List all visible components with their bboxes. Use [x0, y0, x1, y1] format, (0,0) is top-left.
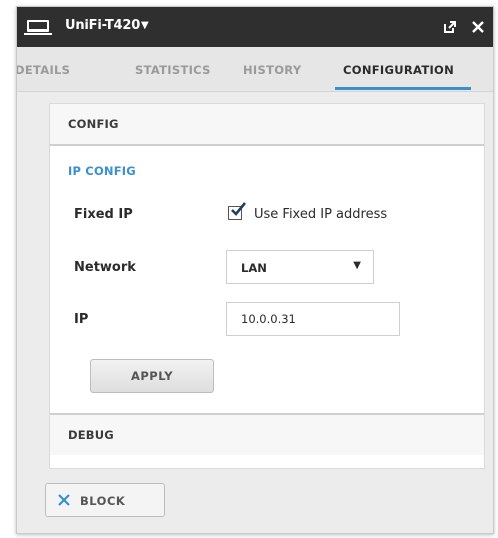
- ip-label: IP: [74, 312, 89, 327]
- title-bar: UniFi-T420 ▼: [17, 7, 493, 47]
- monitor-icon: [24, 20, 52, 35]
- network-selected-value: LAN: [241, 261, 267, 275]
- config-section-header[interactable]: CONFIG: [50, 104, 484, 144]
- fixed-ip-checkbox-label[interactable]: Use Fixed IP address: [254, 207, 387, 222]
- tab-details[interactable]: DETAILS: [17, 63, 70, 77]
- ip-input[interactable]: [226, 302, 400, 336]
- tab-statistics[interactable]: STATISTICS: [135, 63, 211, 77]
- tab-bar: DETAILS STATISTICS HISTORY CONFIGURATION: [17, 47, 493, 92]
- chevron-down-icon: ▼: [353, 260, 361, 271]
- close-icon[interactable]: [471, 20, 485, 34]
- debug-section-title: DEBUG: [68, 428, 114, 442]
- block-button[interactable]: BLOCK: [45, 483, 165, 517]
- network-label: Network: [74, 260, 136, 275]
- window-title[interactable]: UniFi-T420: [65, 18, 140, 33]
- device-window: UniFi-T420 ▼ DETAILS STATISTICS HISTORY …: [16, 6, 494, 534]
- tab-history[interactable]: HISTORY: [243, 63, 301, 77]
- fixed-ip-label: Fixed IP: [74, 207, 133, 222]
- debug-section-header[interactable]: DEBUG: [50, 415, 484, 455]
- block-button-label: BLOCK: [80, 494, 126, 508]
- network-select[interactable]: LAN ▼: [226, 250, 374, 284]
- checkmark-icon: [231, 202, 246, 216]
- apply-button[interactable]: APPLY: [90, 359, 214, 393]
- ip-config-heading[interactable]: IP CONFIG: [68, 164, 136, 178]
- tab-configuration[interactable]: CONFIGURATION: [343, 63, 454, 77]
- divider: [50, 144, 484, 146]
- popout-icon[interactable]: [443, 20, 457, 34]
- x-icon: [58, 494, 70, 506]
- config-section-title: CONFIG: [68, 117, 119, 131]
- active-tab-indicator: [335, 87, 471, 90]
- config-panel: CONFIG IP CONFIG Fixed IP Use Fixed IP a…: [49, 103, 485, 469]
- fixed-ip-checkbox[interactable]: [228, 202, 246, 220]
- title-dropdown-caret-icon[interactable]: ▼: [141, 20, 149, 31]
